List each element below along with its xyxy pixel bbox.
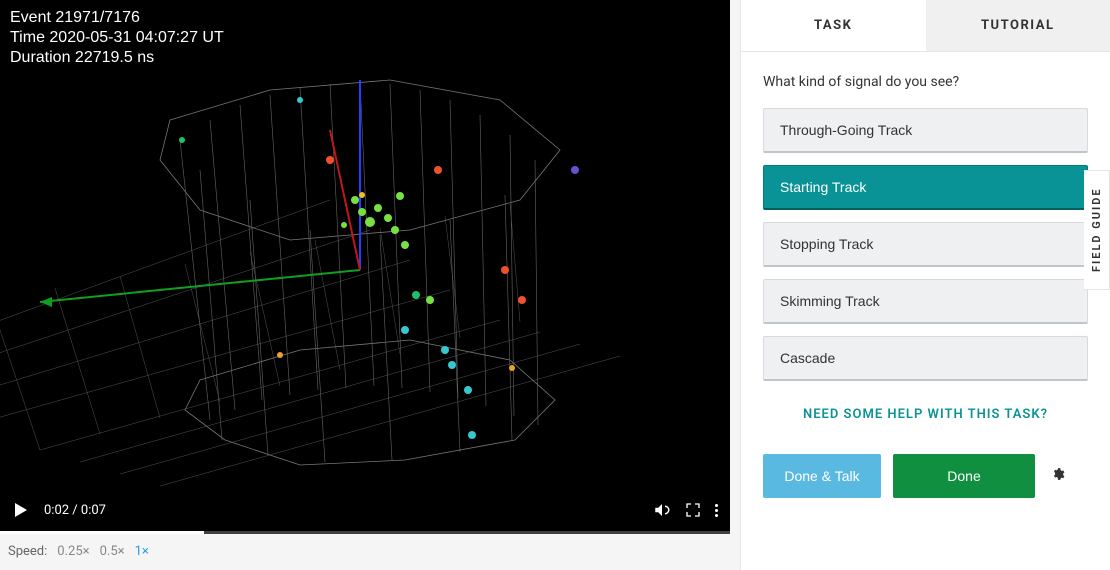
speed-1[interactable]: 1× bbox=[135, 544, 149, 559]
field-guide-tab[interactable]: FIELD GUIDE bbox=[1084, 170, 1110, 290]
gear-icon[interactable] bbox=[1051, 467, 1065, 485]
video-progress-fill bbox=[0, 531, 204, 534]
more-icon[interactable] bbox=[715, 504, 718, 517]
action-row: Done & Talk Done bbox=[741, 454, 1110, 498]
play-button[interactable] bbox=[12, 501, 30, 519]
option-cascade[interactable]: Cascade bbox=[763, 336, 1088, 381]
task-body: What kind of signal do you see? Through-… bbox=[741, 52, 1110, 432]
tab-task[interactable]: TASK bbox=[741, 0, 926, 51]
tab-tutorial[interactable]: TUTORIAL bbox=[926, 0, 1110, 51]
speed-label: Speed: bbox=[8, 544, 47, 559]
option-stopping[interactable]: Stopping Track bbox=[763, 222, 1088, 267]
video-controls: 0:02 / 0:07 bbox=[0, 486, 730, 534]
task-question: What kind of signal do you see? bbox=[763, 74, 1088, 90]
event-overlay-text: Event 21971/7176 Time 2020-05-31 04:07:2… bbox=[10, 8, 224, 68]
viewer-content: Event 21971/7176 Time 2020-05-31 04:07:2… bbox=[0, 0, 730, 486]
event-3d-scene bbox=[0, 0, 730, 486]
event-time-line: Time 2020-05-31 04:07:27 UT bbox=[10, 28, 224, 48]
volume-icon[interactable] bbox=[653, 501, 671, 519]
event-viewer[interactable]: Event 21971/7176 Time 2020-05-31 04:07:2… bbox=[0, 0, 730, 534]
video-time: 0:02 / 0:07 bbox=[44, 503, 106, 518]
left-panel: Event 21971/7176 Time 2020-05-31 04:07:2… bbox=[0, 0, 740, 570]
play-icon bbox=[15, 503, 27, 517]
done-talk-button[interactable]: Done & Talk bbox=[763, 454, 881, 498]
video-progress[interactable] bbox=[0, 531, 730, 534]
tabs: TASK TUTORIAL bbox=[741, 0, 1110, 52]
speed-0-25[interactable]: 0.25× bbox=[57, 544, 89, 559]
fullscreen-icon[interactable] bbox=[685, 502, 701, 518]
event-id-line: Event 21971/7176 bbox=[10, 8, 224, 28]
speed-0-5[interactable]: 0.5× bbox=[100, 544, 125, 559]
speed-row: Speed: 0.25× 0.5× 1× bbox=[0, 534, 740, 569]
event-duration-line: Duration 22719.5 ns bbox=[10, 48, 224, 68]
done-button[interactable]: Done bbox=[893, 454, 1035, 498]
option-starting[interactable]: Starting Track bbox=[763, 165, 1088, 210]
option-through-going[interactable]: Through-Going Track bbox=[763, 108, 1088, 153]
task-options: Through-Going Track Starting Track Stopp… bbox=[763, 108, 1088, 381]
option-skimming[interactable]: Skimming Track bbox=[763, 279, 1088, 324]
right-panel: TASK TUTORIAL What kind of signal do you… bbox=[740, 0, 1110, 570]
help-link[interactable]: NEED SOME HELP WITH THIS TASK? bbox=[763, 407, 1088, 422]
